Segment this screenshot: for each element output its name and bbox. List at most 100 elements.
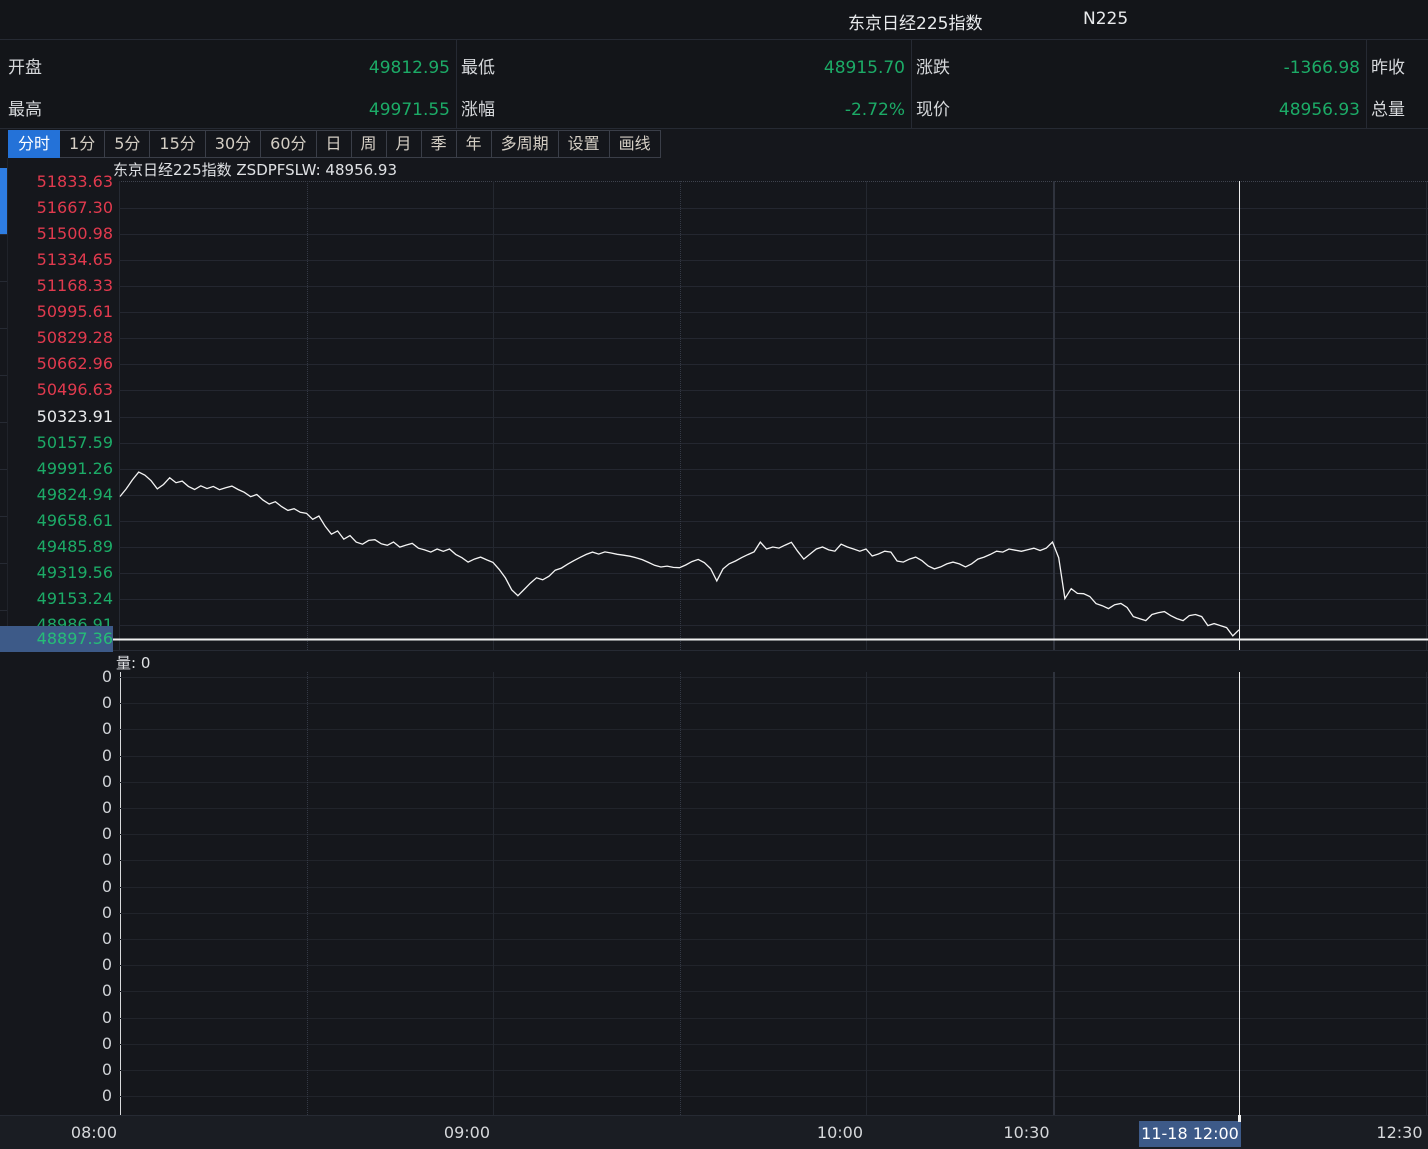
gridline-h <box>119 913 1428 914</box>
gridline-h <box>119 1096 1428 1097</box>
gridline-h <box>119 808 1428 809</box>
volume-tick-label: 0 <box>0 981 112 1001</box>
gridline-h <box>119 625 1428 626</box>
chart-title-text: 东京日经225指数 ZSDPFSLW: 48956.93 <box>113 161 397 179</box>
volume-tick-label: 0 <box>0 877 112 897</box>
volume-indicator-label: 量: 0 <box>116 652 150 673</box>
volume-tick-label: 0 <box>0 824 112 844</box>
price-tick-label: 50496.63 <box>0 380 113 400</box>
gridline-h <box>119 495 1428 496</box>
gridline-h <box>119 573 1428 574</box>
price-tick-label: 49153.24 <box>0 589 113 609</box>
price-tick-label: 50662.96 <box>0 354 113 374</box>
quote-field-label: 涨幅 <box>461 97 495 123</box>
volume-tick-label: 0 <box>0 693 112 713</box>
crosshair-price-text: 48897.36 <box>37 629 113 648</box>
price-tick-label: 49824.94 <box>0 485 113 505</box>
gridline-h <box>119 1018 1428 1019</box>
price-tick-label: 49658.61 <box>0 511 113 531</box>
quote-field-value: 48956.93 <box>976 97 1360 123</box>
price-tick-label: 51500.98 <box>0 224 113 244</box>
volume-tick-label: 0 <box>0 1034 112 1054</box>
quote-field-value: 48915.70 <box>521 55 905 81</box>
period-tab[interactable]: 分时 <box>8 130 60 158</box>
gridline-h <box>119 887 1428 888</box>
price-tick-label: 51168.33 <box>0 276 113 296</box>
period-tab[interactable]: 日 <box>317 130 352 158</box>
volume-tick-label: 0 <box>0 955 112 975</box>
index-symbol-code: N225 <box>1083 9 1128 29</box>
price-tick-label: 50323.91 <box>0 407 113 427</box>
quote-field-value: -2.72% <box>521 97 905 123</box>
left-scrollbar-segment <box>0 610 7 611</box>
quote-field-value: 49812.95 <box>68 55 450 81</box>
quote-field-value: 49971.55 <box>68 97 450 123</box>
period-tabbar: 分时1分5分15分30分60分日周月季年多周期设置画线 <box>8 130 661 158</box>
quote-info-bar: 开盘49812.95最高49971.55最低48915.70涨幅-2.72%涨跌… <box>0 40 1428 129</box>
price-tick-label: 49485.89 <box>0 537 113 557</box>
gridline-h <box>119 469 1428 470</box>
chart-title: 东京日经225指数 ZSDPFSLW: 48956.93 <box>113 159 397 180</box>
gridline-h <box>119 443 1428 444</box>
price-tick-label: 51667.30 <box>0 198 113 218</box>
period-tab[interactable]: 1分 <box>60 130 105 158</box>
gridline-h <box>119 417 1428 418</box>
gridline-h <box>119 782 1428 783</box>
price-tick-label: 51833.63 <box>0 172 113 192</box>
quote-field-label: 开盘 <box>8 55 42 81</box>
volume-tick-label: 0 <box>0 850 112 870</box>
gridline-v <box>493 672 494 1115</box>
gridline-h <box>119 677 1428 678</box>
gridline-h <box>119 338 1428 339</box>
price-pane-left-border <box>119 181 120 650</box>
gridline-h <box>119 834 1428 835</box>
info-divider <box>1366 40 1367 128</box>
volume-tick-label: 0 <box>0 798 112 818</box>
gridline-h <box>119 1070 1428 1071</box>
volume-tick-label: 0 <box>0 1008 112 1028</box>
gridline-v <box>680 672 681 1115</box>
period-tab[interactable]: 季 <box>422 130 457 158</box>
price-tick-label: 50995.61 <box>0 302 113 322</box>
gridline-h <box>119 729 1428 730</box>
volume-tick-label: 0 <box>0 667 112 687</box>
gridline-h <box>119 364 1428 365</box>
index-name: 东京日经225指数 <box>848 9 982 34</box>
left-scrollbar-segment <box>0 375 7 376</box>
period-tab[interactable]: 15分 <box>150 130 205 158</box>
gridline-h <box>119 390 1428 391</box>
period-tab[interactable]: 30分 <box>206 130 261 158</box>
gridline-v <box>307 672 308 1115</box>
period-tab[interactable]: 画线 <box>610 130 661 158</box>
crosshair-axis-tick <box>1238 1115 1241 1122</box>
gridline-h <box>119 208 1428 209</box>
volume-tick-label: 0 <box>0 903 112 923</box>
price-tick-label: 50829.28 <box>0 328 113 348</box>
crosshair-time-text: 11-18 12:00 <box>1141 1124 1239 1143</box>
gridline-h <box>119 991 1428 992</box>
period-tab[interactable]: 年 <box>457 130 492 158</box>
volume-pane-left-axis <box>120 672 121 1115</box>
price-pane-top-border <box>119 181 1428 182</box>
gridline-h <box>119 286 1428 287</box>
period-tab[interactable]: 60分 <box>261 130 316 158</box>
period-tab[interactable]: 周 <box>352 130 387 158</box>
quote-field-value: -1366.98 <box>976 55 1360 81</box>
period-tab[interactable]: 设置 <box>559 130 610 158</box>
crosshair-time-label: 11-18 12:00 <box>1139 1121 1241 1147</box>
period-tab[interactable]: 月 <box>387 130 422 158</box>
volume-tick-label: 0 <box>0 719 112 739</box>
gridline-v <box>493 181 494 650</box>
gridline-v <box>1426 181 1427 650</box>
quote-field-label: 现价 <box>916 97 950 123</box>
gridline-h <box>119 234 1428 235</box>
price-tick-label: 49991.26 <box>0 459 113 479</box>
gridline-h <box>119 860 1428 861</box>
gridline-h <box>119 521 1428 522</box>
volume-value-text: 量: 0 <box>116 654 150 672</box>
info-divider <box>456 40 457 128</box>
period-tab[interactable]: 5分 <box>105 130 150 158</box>
period-tab[interactable]: 多周期 <box>492 130 559 158</box>
volume-tick-label: 0 <box>0 1086 112 1106</box>
time-axis-bar: 11-18 12:00 08:0009:0010:0010:3012:30 <box>0 1116 1428 1149</box>
